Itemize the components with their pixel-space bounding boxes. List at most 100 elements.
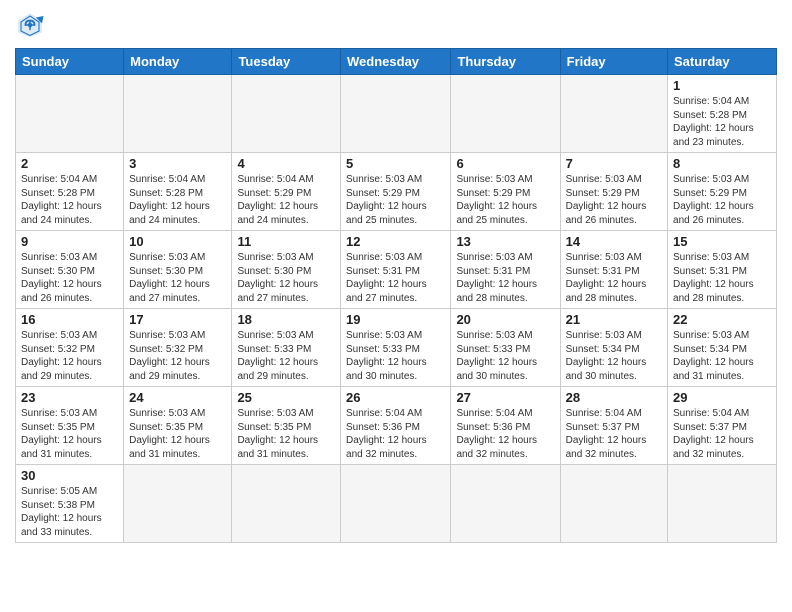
calendar-week-row: 23 Sunrise: 5:03 AM Sunset: 5:35 PM Dayli… <box>16 387 777 465</box>
weekday-header-saturday: Saturday <box>668 49 777 75</box>
day-info: Sunrise: 5:04 AM Sunset: 5:36 PM Dayligh… <box>346 407 445 461</box>
calendar-cell: 7 Sunrise: 5:03 AM Sunset: 5:29 PM Daylig… <box>560 153 667 231</box>
weekday-header-sunday: Sunday <box>16 49 124 75</box>
calendar-cell: 20Sunrise: 5:03 AM Sunset: 5:33 PM Dayli… <box>451 309 560 387</box>
calendar-cell: 22 Sunrise: 5:03 AM Sunset: 5:34 PM Dayli… <box>668 309 777 387</box>
calendar-cell <box>232 75 341 153</box>
day-number: 22 <box>673 312 771 327</box>
day-number: 3 <box>129 156 226 171</box>
day-number: 18 <box>237 312 335 327</box>
day-info: Sunrise: 5:03 AM Sunset: 5:33 PM Dayligh… <box>237 329 335 383</box>
calendar-cell <box>451 465 560 543</box>
calendar-cell: 28Sunrise: 5:04 AM Sunset: 5:37 PM Dayli… <box>560 387 667 465</box>
calendar-week-row: 16 Sunrise: 5:03 AM Sunset: 5:32 PM Dayli… <box>16 309 777 387</box>
day-number: 23 <box>21 390 118 405</box>
day-info: Sunrise: 5:03 AM Sunset: 5:29 PM Dayligh… <box>456 173 554 227</box>
calendar-cell: 15 Sunrise: 5:03 AM Sunset: 5:31 PM Dayli… <box>668 231 777 309</box>
weekday-header-tuesday: Tuesday <box>232 49 341 75</box>
calendar-week-row: 2 Sunrise: 5:04 AM Sunset: 5:28 PM Daylig… <box>16 153 777 231</box>
day-info: Sunrise: 5:04 AM Sunset: 5:36 PM Dayligh… <box>456 407 554 461</box>
day-number: 7 <box>566 156 662 171</box>
calendar-cell: 27Sunrise: 5:04 AM Sunset: 5:36 PM Dayli… <box>451 387 560 465</box>
day-info: Sunrise: 5:03 AM Sunset: 5:31 PM Dayligh… <box>456 251 554 305</box>
logo-icon <box>15 10 45 40</box>
day-number: 8 <box>673 156 771 171</box>
calendar-cell: 5Sunrise: 5:03 AM Sunset: 5:29 PM Daylig… <box>341 153 451 231</box>
calendar-cell <box>16 75 124 153</box>
day-info: Sunrise: 5:03 AM Sunset: 5:32 PM Dayligh… <box>21 329 118 383</box>
day-number: 4 <box>237 156 335 171</box>
day-number: 25 <box>237 390 335 405</box>
day-number: 24 <box>129 390 226 405</box>
day-info: Sunrise: 5:03 AM Sunset: 5:34 PM Dayligh… <box>566 329 662 383</box>
calendar-cell: 8 Sunrise: 5:03 AM Sunset: 5:29 PM Daylig… <box>668 153 777 231</box>
calendar-cell: 19 Sunrise: 5:03 AM Sunset: 5:33 PM Dayli… <box>341 309 451 387</box>
calendar-cell: 10 Sunrise: 5:03 AM Sunset: 5:30 PM Dayli… <box>124 231 232 309</box>
calendar-cell: 24 Sunrise: 5:03 AM Sunset: 5:35 PM Dayli… <box>124 387 232 465</box>
calendar-body: 1Sunrise: 5:04 AM Sunset: 5:28 PM Daylig… <box>16 75 777 543</box>
calendar-cell: 26 Sunrise: 5:04 AM Sunset: 5:36 PM Dayli… <box>341 387 451 465</box>
calendar-cell <box>232 465 341 543</box>
day-number: 26 <box>346 390 445 405</box>
day-info: Sunrise: 5:03 AM Sunset: 5:33 PM Dayligh… <box>456 329 554 383</box>
day-info: Sunrise: 5:03 AM Sunset: 5:31 PM Dayligh… <box>673 251 771 305</box>
day-info: Sunrise: 5:03 AM Sunset: 5:35 PM Dayligh… <box>129 407 226 461</box>
day-info: Sunrise: 5:03 AM Sunset: 5:31 PM Dayligh… <box>346 251 445 305</box>
day-number: 14 <box>566 234 662 249</box>
calendar-cell: 13Sunrise: 5:03 AM Sunset: 5:31 PM Dayli… <box>451 231 560 309</box>
day-number: 11 <box>237 234 335 249</box>
page: SundayMondayTuesdayWednesdayThursdayFrid… <box>0 0 792 558</box>
day-info: Sunrise: 5:03 AM Sunset: 5:35 PM Dayligh… <box>237 407 335 461</box>
calendar-table: SundayMondayTuesdayWednesdayThursdayFrid… <box>15 48 777 543</box>
day-info: Sunrise: 5:04 AM Sunset: 5:37 PM Dayligh… <box>566 407 662 461</box>
day-info: Sunrise: 5:03 AM Sunset: 5:32 PM Dayligh… <box>129 329 226 383</box>
weekday-header-thursday: Thursday <box>451 49 560 75</box>
calendar-cell: 25 Sunrise: 5:03 AM Sunset: 5:35 PM Dayli… <box>232 387 341 465</box>
calendar-cell <box>668 465 777 543</box>
calendar-cell: 11 Sunrise: 5:03 AM Sunset: 5:30 PM Dayli… <box>232 231 341 309</box>
calendar-header: SundayMondayTuesdayWednesdayThursdayFrid… <box>16 49 777 75</box>
calendar-cell: 2 Sunrise: 5:04 AM Sunset: 5:28 PM Daylig… <box>16 153 124 231</box>
day-info: Sunrise: 5:04 AM Sunset: 5:29 PM Dayligh… <box>237 173 335 227</box>
calendar-week-row: 30Sunrise: 5:05 AM Sunset: 5:38 PM Dayli… <box>16 465 777 543</box>
calendar-cell: 18 Sunrise: 5:03 AM Sunset: 5:33 PM Dayli… <box>232 309 341 387</box>
day-number: 19 <box>346 312 445 327</box>
day-info: Sunrise: 5:03 AM Sunset: 5:34 PM Dayligh… <box>673 329 771 383</box>
calendar-cell: 3Sunrise: 5:04 AM Sunset: 5:28 PM Daylig… <box>124 153 232 231</box>
day-number: 6 <box>456 156 554 171</box>
calendar-cell: 9Sunrise: 5:03 AM Sunset: 5:30 PM Daylig… <box>16 231 124 309</box>
calendar-cell: 16 Sunrise: 5:03 AM Sunset: 5:32 PM Dayli… <box>16 309 124 387</box>
calendar-cell: 29Sunrise: 5:04 AM Sunset: 5:37 PM Dayli… <box>668 387 777 465</box>
calendar-cell <box>451 75 560 153</box>
day-info: Sunrise: 5:03 AM Sunset: 5:29 PM Dayligh… <box>673 173 771 227</box>
weekday-header-row: SundayMondayTuesdayWednesdayThursdayFrid… <box>16 49 777 75</box>
day-number: 12 <box>346 234 445 249</box>
day-number: 29 <box>673 390 771 405</box>
calendar-cell: 23 Sunrise: 5:03 AM Sunset: 5:35 PM Dayli… <box>16 387 124 465</box>
calendar-cell: 21 Sunrise: 5:03 AM Sunset: 5:34 PM Dayli… <box>560 309 667 387</box>
day-info: Sunrise: 5:03 AM Sunset: 5:35 PM Dayligh… <box>21 407 118 461</box>
calendar-week-row: 9 Sunrise: 5:03 AM Sunset: 5:30 PM Daylig… <box>16 231 777 309</box>
day-info: Sunrise: 5:03 AM Sunset: 5:29 PM Dayligh… <box>566 173 662 227</box>
weekday-header-monday: Monday <box>124 49 232 75</box>
day-info: Sunrise: 5:03 AM Sunset: 5:33 PM Dayligh… <box>346 329 445 383</box>
day-info: Sunrise: 5:04 AM Sunset: 5:28 PM Dayligh… <box>21 173 118 227</box>
day-number: 30 <box>21 468 118 483</box>
calendar-cell <box>124 75 232 153</box>
calendar-cell <box>341 75 451 153</box>
day-number: 16 <box>21 312 118 327</box>
calendar-week-row: 1Sunrise: 5:04 AM Sunset: 5:28 PM Daylig… <box>16 75 777 153</box>
day-info: Sunrise: 5:03 AM Sunset: 5:30 PM Dayligh… <box>129 251 226 305</box>
calendar-cell: 12 Sunrise: 5:03 AM Sunset: 5:31 PM Dayli… <box>341 231 451 309</box>
header <box>15 10 777 40</box>
calendar-cell <box>341 465 451 543</box>
day-number: 15 <box>673 234 771 249</box>
day-number: 21 <box>566 312 662 327</box>
calendar-cell: 6 Sunrise: 5:03 AM Sunset: 5:29 PM Daylig… <box>451 153 560 231</box>
day-number: 2 <box>21 156 118 171</box>
day-number: 9 <box>21 234 118 249</box>
day-number: 5 <box>346 156 445 171</box>
day-info: Sunrise: 5:03 AM Sunset: 5:30 PM Dayligh… <box>237 251 335 305</box>
day-number: 10 <box>129 234 226 249</box>
day-info: Sunrise: 5:03 AM Sunset: 5:31 PM Dayligh… <box>566 251 662 305</box>
